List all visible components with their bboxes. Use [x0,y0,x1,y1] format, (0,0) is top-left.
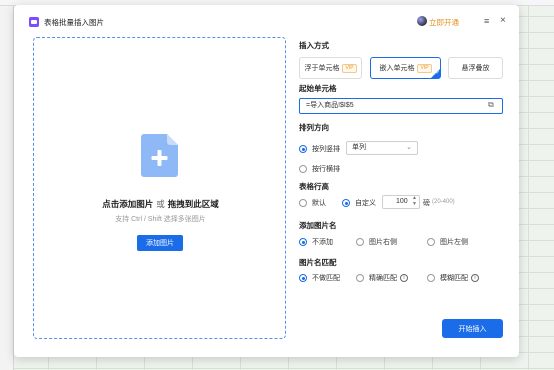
start-cell-label: 起始单元格 [299,84,337,93]
info-icon[interactable]: i [471,274,479,282]
match-none-radio[interactable]: 不做匹配 [299,273,340,283]
menu-icon[interactable]: ≡ [484,16,489,26]
row-height-unit: 磅 [423,200,430,207]
dialog-titlebar: 表格批量插入图片 立即开通 ≡ × [14,5,519,35]
stepper-icon[interactable]: ▲ ▼ [412,195,417,207]
add-file-icon [141,134,178,177]
select-range-icon[interactable]: ⧉ [488,100,494,110]
radio-icon [342,199,350,207]
image-name-left-label: 图片左侧 [440,239,468,246]
mode-embed-label: 嵌入单元格 [379,65,415,72]
radio-icon [299,165,307,173]
order-label: 排列方向 [299,123,329,132]
order-by-column-radio[interactable]: 按列竖排 [299,144,340,154]
image-name-left-radio[interactable]: 图片左侧 [427,237,468,247]
row-height-input[interactable]: 100 ▲ ▼ [382,195,420,209]
vip-upgrade-link[interactable]: 立即开通 [429,17,459,28]
image-name-none-radio[interactable]: 不添加 [299,237,333,247]
drop-or-text: 或 [156,199,165,209]
image-name-right-label: 图片右侧 [369,239,397,246]
match-exact-label: 精确匹配 [369,275,397,282]
radio-icon [356,274,364,282]
radio-icon [299,238,307,246]
radio-icon [427,274,435,282]
chevron-down-icon: ⌄ [406,144,412,151]
drop-hint: 支持 Ctrl / Shift 选择多张图片 [115,216,206,223]
order-by-column-label: 按列竖排 [312,146,340,153]
selected-check-icon [431,69,440,78]
insert-mode-label: 插入方式 [299,41,329,50]
mode-overlay-label: 悬浮叠放 [461,65,490,72]
row-height-custom-radio[interactable]: 自定义 [342,198,376,208]
column-count-value: 单列 [352,144,366,151]
mode-embed-button[interactable]: 嵌入单元格 VIP [370,57,441,79]
drop-click-text: 点击添加图片 [102,199,154,209]
row-height-default-radio[interactable]: 默认 [299,198,326,208]
image-name-right-radio[interactable]: 图片右侧 [356,237,397,247]
row-height-range: (20-400) [432,199,455,205]
order-by-row-label: 按行横排 [312,166,340,173]
row-height-value: 100 [396,198,408,205]
dialog-title: 表格批量插入图片 [44,18,104,27]
insert-images-dialog: 表格批量插入图片 立即开通 ≡ × 点击添加图片或拖拽到此区域 支持 Ctrl … [14,5,519,357]
app-icon [29,17,39,27]
row-height-custom-label: 自定义 [355,200,376,207]
match-none-label: 不做匹配 [312,275,340,282]
start-insert-button[interactable]: 开始插入 [442,319,503,338]
add-image-button[interactable]: 添加图片 [137,235,183,251]
spreadsheet-row-headers [0,6,14,370]
row-height-label: 表格行高 [299,182,329,191]
vip-tag: VIP [417,63,432,73]
match-exact-radio[interactable]: 精确匹配 i [356,273,408,283]
radio-icon [427,238,435,246]
image-name-label: 添加图片名 [299,221,337,230]
name-match-label: 图片名匹配 [299,258,337,267]
mode-float-button[interactable]: 浮于单元格 VIP [299,57,362,79]
radio-icon [299,274,307,282]
row-height-default-label: 默认 [312,200,326,207]
match-fuzzy-radio[interactable]: 模糊匹配 i [427,273,479,283]
vip-tag: VIP [342,63,357,73]
drop-instruction: 点击添加图片或拖拽到此区域 [34,198,287,210]
match-fuzzy-label: 模糊匹配 [440,275,468,282]
column-count-select[interactable]: 单列 ⌄ [346,141,418,155]
radio-icon [299,199,307,207]
close-icon[interactable]: × [500,15,506,26]
start-cell-input[interactable]: =导入商品!$I$5 [299,98,503,114]
mode-float-label: 浮于单元格 [304,65,340,72]
image-name-none-label: 不添加 [312,239,333,246]
drop-drag-text: 拖拽到此区域 [167,199,219,209]
mode-overlay-button[interactable]: 悬浮叠放 [448,57,503,79]
radio-icon [356,238,364,246]
order-by-row-radio[interactable]: 按行横排 [299,164,340,174]
image-drop-zone[interactable]: 点击添加图片或拖拽到此区域 支持 Ctrl / Shift 选择多张图片 添加图… [33,37,286,339]
radio-icon [299,145,307,153]
info-icon[interactable]: i [400,274,408,282]
vip-avatar-icon [417,16,427,26]
